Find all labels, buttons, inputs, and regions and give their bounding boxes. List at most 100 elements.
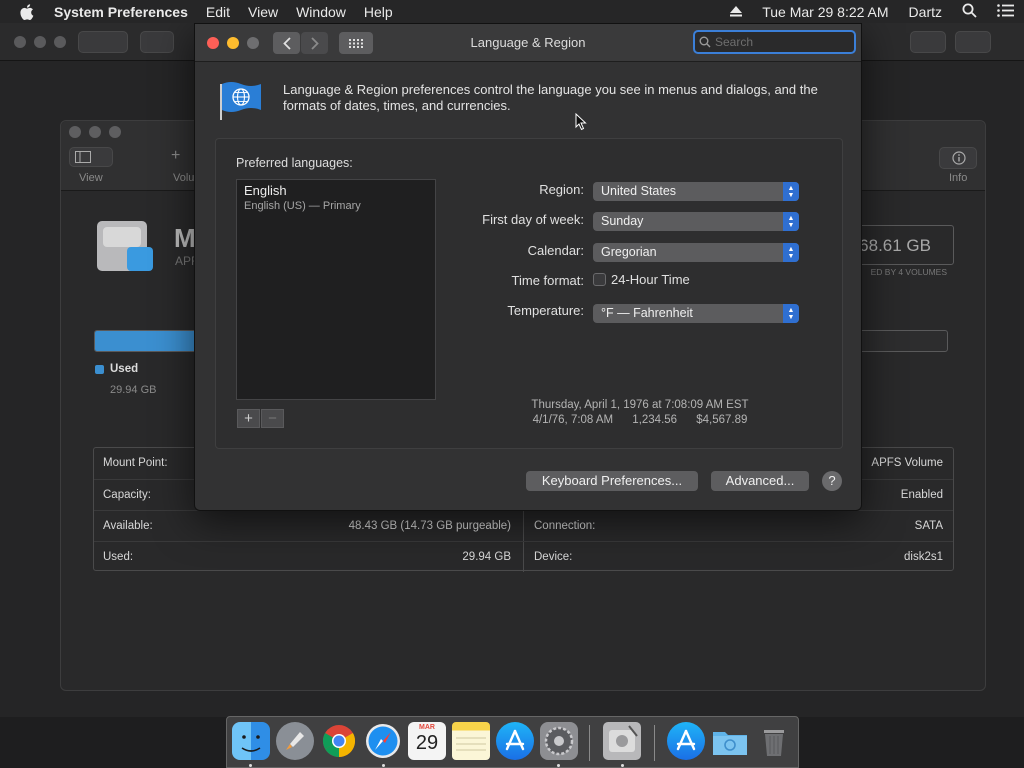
pane-description: Language & Region preferences control th… (283, 82, 818, 113)
window-menu[interactable]: Window (287, 4, 355, 20)
language-detail: English (US) — Primary (244, 200, 361, 212)
region-label: Region: (539, 182, 584, 197)
chevron-up-down-icon: ▲ ▼ (783, 243, 799, 262)
calendar-month: MAR (419, 724, 435, 731)
dock-separator (654, 725, 655, 761)
notes-icon[interactable] (452, 722, 490, 760)
background-minimize-button[interactable] (34, 36, 46, 48)
du-size-box: 68.61 GB (856, 225, 954, 265)
region-value: United States (601, 184, 677, 198)
disk-utility-icon[interactable] (603, 722, 641, 760)
du-volume-label: Volu (173, 172, 195, 184)
language-region-window: Language & Region Language & Region pref… (194, 23, 862, 511)
dock-separator (589, 725, 590, 761)
remove-language-button[interactable]: − (261, 409, 284, 428)
du-view-button[interactable] (69, 147, 113, 167)
row-label: Mount Point: (103, 457, 168, 469)
calendar-day: 29 (415, 732, 439, 754)
du-close-button[interactable] (69, 126, 81, 138)
chevron-up-down-icon: ▲ ▼ (783, 304, 799, 323)
temperature-popup[interactable]: °F — Fahrenheit ▲ ▼ (593, 304, 799, 323)
du-shared-label: ED BY 4 VOLUMES (870, 267, 947, 277)
first-day-value: Sunday (601, 214, 644, 228)
trash-icon[interactable] (755, 722, 793, 760)
language-list[interactable]: English English (US) — Primary (236, 179, 436, 400)
eject-menu[interactable] (720, 4, 752, 20)
globe-flag-icon (219, 80, 263, 120)
advanced-button[interactable]: Advanced... (711, 471, 809, 491)
calendar-popup[interactable]: Gregorian ▲ ▼ (593, 243, 799, 262)
apple-menu[interactable] (0, 3, 54, 20)
title-bar: Language & Region (195, 24, 861, 62)
running-indicator (557, 764, 560, 767)
used-legend-label: Used (110, 363, 139, 375)
search-input[interactable] (715, 34, 850, 50)
background-window-button[interactable] (955, 31, 991, 53)
row-value: 48.43 GB (14.73 GB purgeable) (348, 520, 511, 532)
finder-icon[interactable] (232, 722, 270, 760)
first-day-popup[interactable]: Sunday ▲ ▼ (593, 212, 799, 231)
24-hour-checkbox[interactable] (593, 273, 606, 286)
app-menu[interactable]: System Preferences (54, 4, 197, 20)
running-indicator (382, 764, 385, 767)
background-close-button[interactable] (14, 36, 26, 48)
row-value-2: disk2s1 (904, 551, 943, 563)
background-nav-buttons[interactable] (78, 31, 128, 53)
running-indicator (621, 764, 624, 767)
keyboard-preferences-button[interactable]: Keyboard Preferences... (526, 471, 698, 491)
du-add-volume-icon[interactable]: + (171, 147, 180, 165)
help-menu[interactable]: Help (355, 4, 402, 20)
row-label-2: Device: (534, 551, 573, 563)
chevron-up-down-icon: ▲ ▼ (783, 182, 799, 201)
du-minimize-button[interactable] (89, 126, 101, 138)
row-label: Available: (103, 520, 153, 532)
add-language-button[interactable]: + (237, 409, 260, 428)
notification-center-button[interactable] (987, 3, 1024, 20)
row-label-2: Connection: (534, 520, 596, 532)
background-share-button[interactable] (910, 31, 946, 53)
temperature-value: °F — Fahrenheit (601, 306, 693, 320)
background-sidebar-button[interactable] (140, 31, 174, 53)
apple-icon (20, 3, 34, 20)
first-day-label: First day of week: (482, 212, 584, 227)
table-row: Available: 48.43 GB (14.73 GB purgeable)… (94, 510, 953, 541)
time-format-label: Time format: (511, 273, 584, 288)
user-menu[interactable]: Dartz (899, 4, 952, 20)
sample-formats: 4/1/76, 7:08 AM 1,234.56 $4,567.89 (532, 414, 748, 426)
menu-bar: System Preferences Edit View Window Help… (0, 0, 1024, 23)
region-popup[interactable]: United States ▲ ▼ (593, 182, 799, 201)
calendar-label: Calendar: (527, 243, 584, 258)
eject-icon (730, 5, 743, 16)
used-legend-swatch (95, 365, 104, 374)
search-icon (699, 36, 711, 48)
finder-icon (127, 247, 153, 271)
spotlight-button[interactable] (952, 3, 987, 21)
used-legend-value: 29.94 GB (110, 384, 157, 396)
info-icon (952, 151, 966, 165)
row-value-2: APFS Volume (871, 457, 943, 469)
chrome-icon[interactable] (320, 722, 358, 760)
du-zoom-button[interactable] (109, 126, 121, 138)
help-button[interactable]: ? (822, 471, 842, 491)
app-store-folder-icon[interactable] (667, 722, 705, 760)
search-field[interactable] (693, 30, 856, 54)
row-value-2: SATA (914, 520, 943, 532)
view-menu[interactable]: View (239, 4, 287, 20)
menu-list-icon (997, 3, 1014, 17)
row-value-2: Enabled (900, 489, 943, 501)
calendar-icon[interactable]: MAR 29 (408, 722, 446, 760)
system-preferences-icon[interactable] (540, 722, 578, 760)
hard-disk-icon (97, 217, 153, 273)
clock[interactable]: Tue Mar 29 8:22 AM (752, 4, 898, 20)
mouse-pointer-icon (575, 113, 587, 131)
app-store-icon[interactable] (496, 722, 534, 760)
safari-icon[interactable] (364, 722, 402, 760)
launchpad-icon[interactable] (276, 722, 314, 760)
background-zoom-button[interactable] (54, 36, 66, 48)
row-label: Capacity: (103, 489, 151, 501)
du-traffic-lights (69, 126, 121, 138)
du-info-button[interactable] (939, 147, 977, 169)
24-hour-label[interactable]: 24-Hour Time (611, 272, 690, 287)
edit-menu[interactable]: Edit (197, 4, 239, 20)
downloads-folder-icon[interactable] (711, 722, 749, 760)
